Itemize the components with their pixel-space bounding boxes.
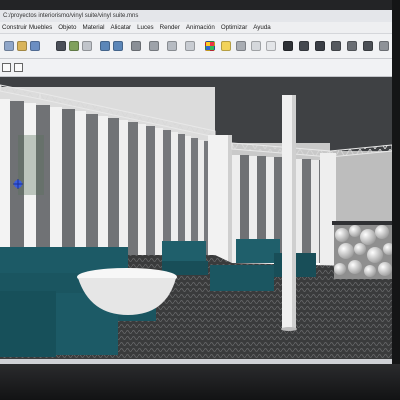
sofa-back-center [162,241,208,275]
menu-luces[interactable]: Luces [134,22,157,33]
application-window: C:/proyectos interiorismo/vinyl suite/vi… [0,10,392,364]
material-icon[interactable] [205,41,215,51]
scale-icon[interactable] [167,41,177,51]
cut-icon[interactable] [56,41,66,51]
settings-icon[interactable] [379,41,389,51]
menu-bar: Construir Muebles Objeto Material Alicat… [0,22,392,33]
3d-viewport[interactable] [0,77,392,359]
view-icon[interactable] [14,63,23,72]
copy-icon[interactable] [69,41,79,51]
lamp-icon[interactable] [331,41,341,51]
secondary-toolbar [0,59,392,77]
move-icon[interactable] [131,41,141,51]
window-title: C:/proyectos interiorismo/vinyl suite/vi… [0,10,392,22]
layers-icon[interactable] [283,41,293,51]
light-icon[interactable] [221,41,231,51]
menu-render[interactable]: Render [157,22,183,33]
new-icon[interactable] [4,41,14,51]
menu-material[interactable]: Material [79,22,107,33]
monitor-bezel-bottom [0,364,400,400]
zoom-icon[interactable] [2,63,11,72]
cursor-icon[interactable] [299,41,309,51]
render-icon[interactable] [251,41,261,51]
main-toolbar [0,33,392,59]
redo-icon[interactable] [113,41,123,51]
pen-icon[interactable] [315,41,325,51]
menu-objeto[interactable]: Objeto [55,22,79,33]
rotate-icon[interactable] [149,41,159,51]
rendered-scene [0,77,392,359]
monitor-bezel-right [392,0,400,400]
brush-icon[interactable] [363,41,373,51]
paste-icon[interactable] [82,41,92,51]
menu-alicatar[interactable]: Alicatar [107,22,134,33]
open-icon[interactable] [17,41,27,51]
menu-optimizar[interactable]: Optimizar [218,22,250,33]
texture-icon[interactable] [266,41,276,51]
corner-column [320,153,336,271]
select-icon[interactable] [185,41,195,51]
menu-animacion[interactable]: Animación [183,22,218,33]
bubble-bar-counter [332,221,392,279]
menu-ayuda[interactable]: Ayuda [250,22,273,33]
save-icon[interactable] [30,41,40,51]
paint-icon[interactable] [347,41,357,51]
menu-construir-muebles[interactable]: Construir Muebles [0,22,55,33]
camera-icon[interactable] [236,41,246,51]
undo-icon[interactable] [100,41,110,51]
